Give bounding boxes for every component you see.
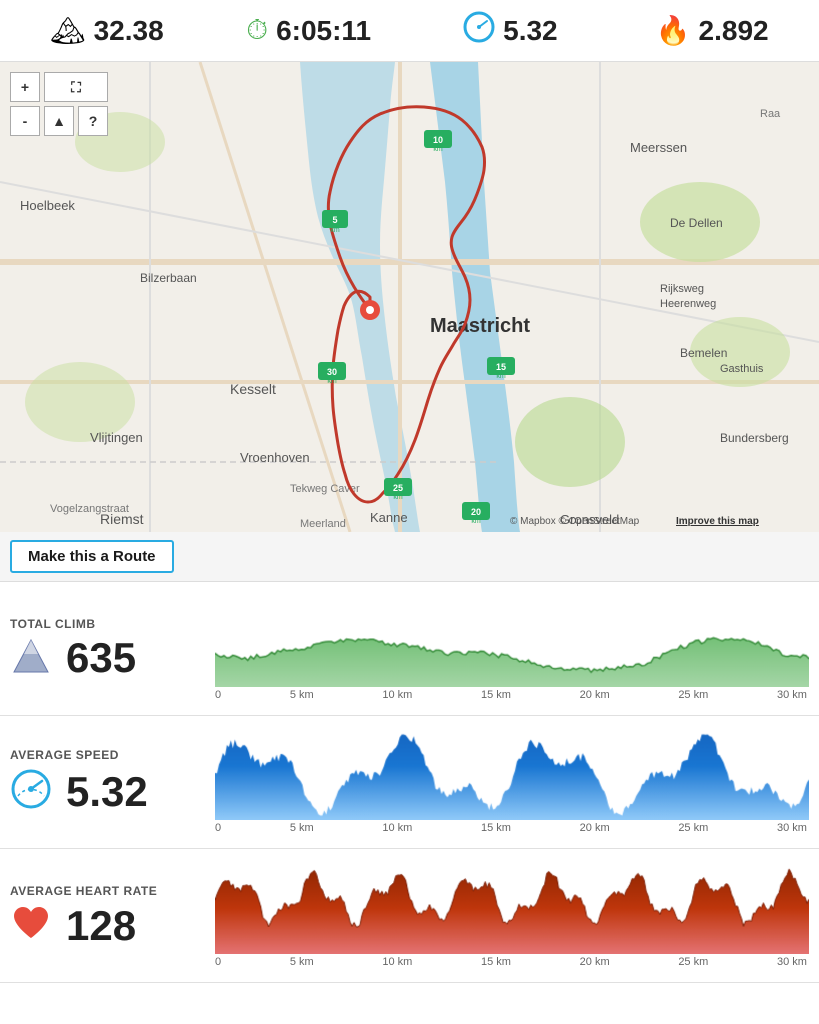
timer-icon: ⏱ (246, 14, 268, 47)
svg-text:30: 30 (327, 367, 337, 377)
zoom-in-button[interactable]: + (10, 72, 40, 102)
svg-text:Bundersberg: Bundersberg (720, 431, 789, 445)
svg-text:km: km (433, 146, 443, 153)
fullscreen-button[interactable]: ⛶ (44, 72, 108, 102)
climb-stat-left: TOTAL CLIMB 635 (10, 596, 205, 701)
heart-stat-left: AVERAGE HEART RATE 128 (10, 863, 205, 968)
svg-text:Bemelen: Bemelen (680, 346, 727, 360)
svg-text:km: km (496, 373, 506, 380)
road-icon: 🏔 (50, 14, 86, 47)
svg-text:Maastricht: Maastricht (430, 315, 530, 337)
speed-value: 5.32 (503, 15, 558, 47)
speedometer-icon (10, 768, 52, 815)
svg-text:Meerssen: Meerssen (630, 140, 687, 155)
make-route-button[interactable]: Make this a Route (10, 540, 174, 573)
mountain-icon (10, 638, 52, 679)
svg-text:25: 25 (393, 483, 403, 493)
climb-panel: TOTAL CLIMB 635 0 5 km 10 km 15 km 20 km… (0, 582, 819, 716)
svg-text:Kanne: Kanne (370, 510, 408, 525)
calories-value: 2.892 (699, 15, 769, 47)
heart-chart: 0 5 km 10 km 15 km 20 km 25 km 30 km (215, 863, 809, 968)
time-stat: ⏱ 6:05:11 (218, 14, 400, 47)
speed-label: AVERAGE SPEED (10, 748, 205, 762)
speed-chart: 0 5 km 10 km 15 km 20 km 25 km 30 km (215, 730, 809, 835)
speed-row: 5.32 (10, 768, 205, 815)
climb-x-labels: 0 5 km 10 km 15 km 20 km 25 km 30 km (215, 687, 809, 701)
svg-text:Heerenweg: Heerenweg (660, 298, 716, 310)
time-value: 6:05:11 (276, 15, 371, 47)
distance-value: 32.38 (94, 15, 164, 47)
svg-text:km: km (471, 518, 481, 525)
help-button[interactable]: ? (78, 106, 108, 136)
svg-text:Rijksweg: Rijksweg (660, 283, 704, 295)
map-controls[interactable]: + ⛶ - ▲ ? (10, 72, 108, 136)
heart-value: 128 (66, 905, 136, 947)
svg-text:© Mapbox © OpenStreetMap: © Mapbox © OpenStreetMap (510, 516, 640, 527)
climb-value: 635 (66, 637, 136, 679)
heart-x-labels: 0 5 km 10 km 15 km 20 km 25 km 30 km (215, 954, 809, 968)
speed-value: 5.32 (66, 771, 148, 813)
svg-text:km: km (330, 227, 340, 234)
svg-text:km: km (327, 378, 337, 385)
calories-stat: 🔥 2.892 (621, 14, 803, 47)
svg-text:10: 10 (433, 135, 443, 145)
svg-text:Kesselt: Kesselt (230, 381, 276, 397)
speed-x-labels: 0 5 km 10 km 15 km 20 km 25 km 30 km (215, 820, 809, 834)
svg-text:Vlijtingen: Vlijtingen (90, 430, 143, 445)
heart-icon (10, 904, 52, 947)
svg-text:15: 15 (496, 362, 506, 372)
svg-text:Raa: Raa (760, 108, 781, 120)
svg-text:Hoelbeek: Hoelbeek (20, 198, 75, 213)
climb-chart: 0 5 km 10 km 15 km 20 km 25 km 30 km (215, 596, 809, 701)
svg-text:Improve this map: Improve this map (676, 516, 759, 527)
svg-text:Vogelzangstraat: Vogelzangstraat (50, 503, 129, 515)
speed-panel: AVERAGE SPEED 5.32 0 5 km 10 km 15 km 20… (0, 716, 819, 850)
heart-label: AVERAGE HEART RATE (10, 884, 205, 898)
zoom-out-button[interactable]: - (10, 106, 40, 136)
distance-stat: 🏔 32.38 (16, 14, 198, 47)
svg-text:De Dellen: De Dellen (670, 216, 723, 230)
svg-text:Bilzerbaan: Bilzerbaan (140, 271, 197, 285)
speed-stat-left: AVERAGE SPEED 5.32 (10, 730, 205, 835)
svg-text:Vroenhoven: Vroenhoven (240, 450, 310, 465)
route-button-container: Make this a Route (0, 532, 819, 582)
svg-text:20: 20 (471, 507, 481, 517)
stats-header: 🏔 32.38 ⏱ 6:05:11 5.32 🔥 2.892 (0, 0, 819, 62)
svg-text:km: km (393, 494, 403, 501)
heart-rate-panel: AVERAGE HEART RATE 128 0 5 km 10 km 15 k… (0, 849, 819, 983)
svg-text:Gasthuis: Gasthuis (720, 363, 764, 375)
svg-text:5: 5 (332, 215, 337, 225)
map-area[interactable]: Maastricht Hoelbeek Bilzerbaan Kesselt V… (0, 62, 819, 532)
fire-icon: 🔥 (656, 14, 691, 47)
svg-text:Meerland: Meerland (300, 518, 346, 530)
heart-row: 128 (10, 904, 205, 947)
terrain-button[interactable]: ▲ (44, 106, 74, 136)
climb-row: 635 (10, 637, 205, 679)
climb-label: TOTAL CLIMB (10, 617, 205, 631)
speed-stat: 5.32 (420, 11, 602, 50)
speedometer-icon (463, 11, 495, 50)
